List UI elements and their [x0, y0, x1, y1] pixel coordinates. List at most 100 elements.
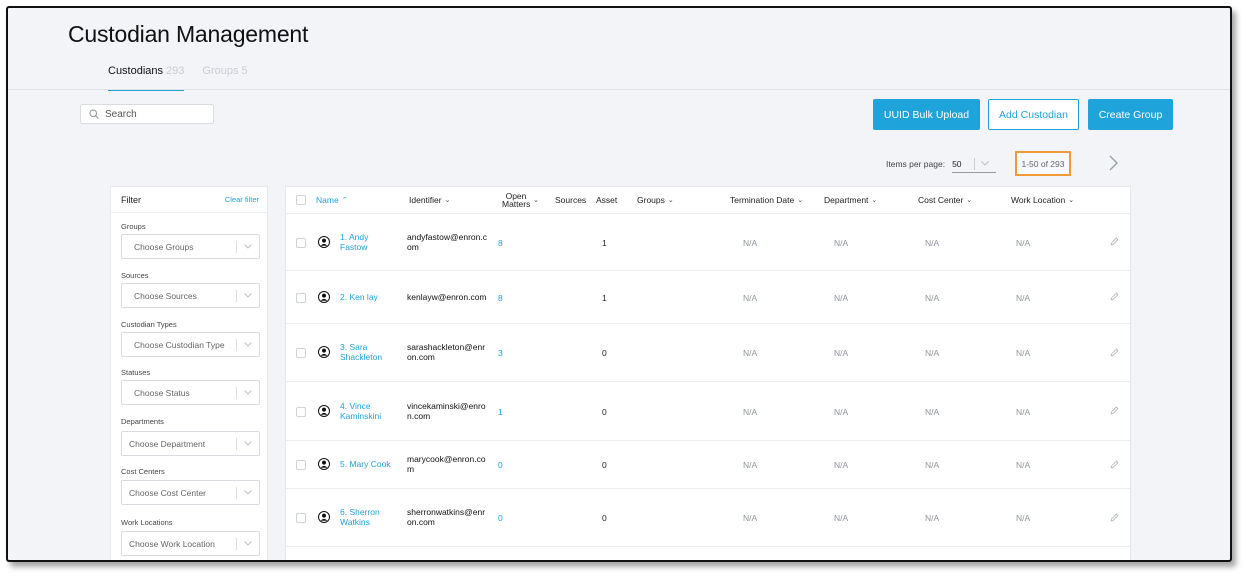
- table-row[interactable]: 2. Ken lay kenlayw@enron.com 8 1 N/A N/A N/A N/…: [286, 271, 1130, 324]
- table-row[interactable]: 3. Sara Shackleton sarashackleton@enron.c…: [286, 324, 1130, 382]
- tab-custodians[interactable]: Custodians 293: [108, 65, 185, 91]
- termination-date-value: N/A: [743, 406, 758, 417]
- column-header-cost-center[interactable]: Cost Center ⌄: [918, 187, 972, 213]
- row-checkbox[interactable]: [296, 406, 306, 417]
- edit-cell: [1110, 489, 1119, 547]
- clear-filter-link[interactable]: Clear filter: [225, 195, 259, 212]
- termination-date-value: N/A: [743, 292, 758, 303]
- termination-date-value: N/A: [743, 348, 758, 358]
- select-separator: [236, 339, 237, 351]
- edit-pencil-icon[interactable]: [1110, 460, 1119, 471]
- column-header-name[interactable]: Name ⌃: [316, 187, 348, 213]
- column-header-groups[interactable]: Groups ⌄: [637, 187, 674, 213]
- row-checkbox[interactable]: [296, 237, 306, 248]
- open-matters-link[interactable]: 0: [498, 460, 503, 470]
- person-icon: [318, 404, 330, 419]
- custodian-type-select[interactable]: Choose Custodian Type: [121, 332, 260, 357]
- cost-center-select[interactable]: Choose Cost Center: [121, 480, 260, 505]
- custodian-name-link[interactable]: 5. Mary Cook: [340, 459, 392, 470]
- department-select[interactable]: Choose Department: [121, 431, 260, 456]
- open-matters-link[interactable]: 3: [498, 348, 503, 358]
- column-header-termination-date[interactable]: Termination Date ⌄: [730, 187, 803, 213]
- row-checkbox[interactable]: [296, 292, 306, 303]
- column-header-open-matters[interactable]: Open Matters ⌄: [502, 187, 544, 213]
- select-separator: [974, 157, 976, 170]
- custodian-name-link[interactable]: 3. Sara Shackleton: [340, 342, 392, 363]
- filter-cost-centers: Cost Centers Choose Cost Center: [121, 467, 260, 505]
- open-matters-link[interactable]: 8: [498, 238, 503, 248]
- column-header-department[interactable]: Department ⌄: [824, 187, 877, 213]
- table-row[interactable]: 5. Mary Cook marycook@enron.com 0 0 N/A N/A N/…: [286, 441, 1130, 489]
- items-per-page-select[interactable]: 50: [952, 155, 997, 173]
- open-matters-link[interactable]: 8: [498, 293, 503, 303]
- edit-pencil-icon[interactable]: [1110, 406, 1119, 417]
- search-box[interactable]: [80, 104, 214, 124]
- person-icon: [318, 346, 330, 360]
- create-group-button[interactable]: Create Group: [1088, 99, 1173, 130]
- sort-asc-icon: ⌃: [341, 197, 348, 204]
- table-row[interactable]: 6. Sherron Watkins sherronwatkins@enron.c…: [286, 489, 1130, 547]
- search-input[interactable]: [105, 108, 205, 120]
- edit-pencil-icon[interactable]: [1110, 292, 1119, 303]
- row-checkbox[interactable]: [296, 513, 306, 523]
- table-row[interactable]: 4. Vince Kaminskini vincekaminski@enron.c…: [286, 382, 1130, 441]
- work-location-cell: N/A: [1016, 489, 1030, 547]
- sources-select[interactable]: Choose Sources: [121, 283, 260, 308]
- select-separator: [236, 438, 237, 450]
- column-header-work-location[interactable]: Work Location ⌄: [1011, 187, 1074, 213]
- items-per-page-value: 50: [952, 158, 962, 169]
- identifier-cell: andyfastow@enron.com: [407, 214, 487, 271]
- search-icon: [89, 109, 99, 119]
- add-custodian-button[interactable]: Add Custodian: [988, 99, 1079, 130]
- custodian-identifier: sarashackleton@enron.com: [407, 342, 486, 362]
- next-page-icon[interactable]: [1105, 154, 1121, 172]
- asset-cell: 1: [602, 214, 607, 271]
- groups-select[interactable]: Choose Groups: [121, 234, 260, 259]
- name-cell: 4. Vince Kaminskini: [340, 382, 392, 441]
- person-icon: [318, 235, 330, 250]
- chevron-down-icon: [244, 441, 252, 446]
- custodian-name-link[interactable]: 6. Sherron Watkins: [340, 507, 392, 528]
- open-matters-link[interactable]: 1: [498, 407, 503, 417]
- custodian-name-link[interactable]: 1. Andy Fastow: [340, 232, 392, 253]
- work-location-value: N/A: [1016, 460, 1031, 470]
- custodian-identifier: vincekaminski@enron.com: [407, 400, 486, 421]
- column-header-cost-center-label: Cost Center: [918, 195, 964, 205]
- asset-cell: 0: [602, 489, 607, 547]
- open-matters-cell: 8: [498, 271, 503, 324]
- work-location-select[interactable]: Choose Work Location: [121, 531, 260, 556]
- custodian-name-link[interactable]: 4. Vince Kaminskini: [340, 401, 392, 422]
- avatar: [318, 214, 330, 271]
- column-header-name-label: Name: [316, 195, 339, 205]
- uuid-bulk-upload-button[interactable]: UUID Bulk Upload: [873, 99, 980, 130]
- select-all-checkbox[interactable]: [296, 195, 306, 205]
- identifier-cell: sarashackleton@enron.com: [407, 324, 487, 382]
- column-header-sources: Sources: [555, 195, 587, 205]
- chevron-down-icon: [244, 244, 252, 249]
- column-header-identifier[interactable]: Identifier ⌄: [409, 187, 450, 213]
- termination-date-cell: N/A: [743, 441, 757, 489]
- status-select[interactable]: Choose Status: [121, 380, 260, 405]
- edit-cell: [1110, 382, 1119, 441]
- custodian-identifier: sherronwatkins@enron.com: [407, 507, 486, 527]
- person-icon: [318, 290, 330, 305]
- tab-groups[interactable]: Groups 5: [202, 65, 247, 91]
- department-cell: N/A: [834, 324, 848, 382]
- name-cell: 6. Sherron Watkins: [340, 489, 392, 547]
- edit-cell: [1110, 324, 1119, 382]
- edit-pencil-icon[interactable]: [1110, 348, 1119, 359]
- row-checkbox[interactable]: [296, 460, 306, 470]
- edit-pencil-icon[interactable]: [1110, 513, 1119, 524]
- custodian-name-link[interactable]: 2. Ken lay: [340, 292, 392, 303]
- open-matters-link[interactable]: 0: [498, 513, 503, 523]
- cost-center-cell: N/A: [925, 214, 939, 271]
- work-location-cell: N/A: [1016, 324, 1030, 382]
- cost-center-cell: N/A: [925, 324, 939, 382]
- row-checkbox[interactable]: [296, 348, 306, 358]
- column-header-work-location-label: Work Location: [1011, 195, 1066, 205]
- edit-pencil-icon[interactable]: [1110, 237, 1119, 248]
- person-icon: [318, 458, 330, 472]
- avatar: [318, 441, 330, 489]
- table-row[interactable]: 1. Andy Fastow andyfastow@enron.com 8 1 N/A N…: [286, 214, 1130, 271]
- page-title: Custodian Management: [68, 21, 309, 47]
